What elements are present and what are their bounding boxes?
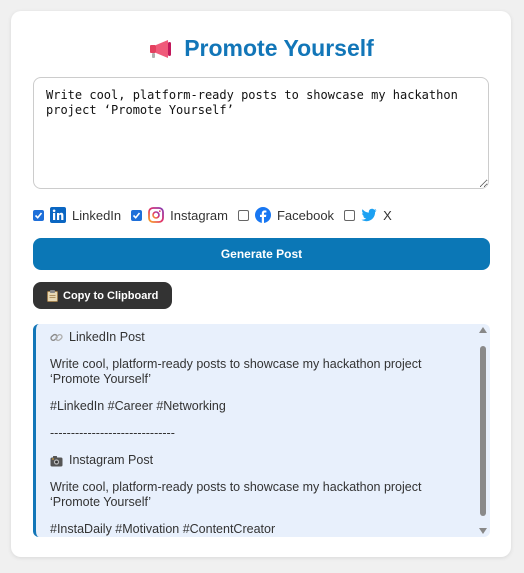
prompt-textarea[interactable]: Write cool, platform-ready posts to show… [33, 77, 489, 189]
facebook-label: Facebook [276, 207, 335, 223]
linkedin-post-heading: LinkedIn Post [50, 330, 470, 345]
copy-button-label: Copy to Clipboard [63, 289, 159, 302]
linkedin-post-title: LinkedIn Post [69, 330, 145, 344]
generate-post-button[interactable]: Generate Post [33, 238, 490, 270]
main-card: Promote Yourself Write cool, platform-re… [11, 11, 511, 557]
page-title: Promote Yourself [11, 35, 511, 62]
instagram-post-title: Instagram Post [69, 453, 154, 467]
platform-x[interactable]: X [344, 207, 392, 223]
facebook-icon [254, 207, 271, 223]
instagram-label: Instagram [170, 207, 228, 223]
output-panel: LinkedIn Post Write cool, platform-ready… [33, 324, 490, 537]
scrollbar-thumb[interactable] [480, 346, 486, 516]
scroll-up-arrow-icon[interactable] [479, 327, 487, 333]
facebook-checkbox[interactable] [237, 209, 249, 221]
x-label: X [383, 207, 392, 223]
output-content: LinkedIn Post Write cool, platform-ready… [50, 324, 470, 537]
linkedin-icon [50, 207, 66, 223]
x-checkbox[interactable] [344, 209, 356, 221]
linkedin-checkbox[interactable] [33, 209, 44, 221]
linkedin-post-tags: #LinkedIn #Career #Networking [50, 399, 226, 413]
twitter-bird-icon [361, 208, 377, 222]
instagram-icon [148, 207, 165, 223]
linkedin-label: LinkedIn [72, 207, 122, 223]
instagram-checkbox[interactable] [131, 209, 143, 221]
post-divider: ------------------------------ [50, 426, 175, 440]
copy-to-clipboard-button[interactable]: Copy to Clipboard [33, 282, 173, 309]
platform-instagram[interactable]: Instagram [131, 207, 228, 223]
output-scrollbar[interactable] [476, 324, 490, 537]
megaphone-icon [150, 39, 172, 58]
camera-icon [50, 455, 63, 466]
platform-facebook[interactable]: Facebook [237, 207, 335, 223]
instagram-post-body: Write cool, platform-ready posts to show… [50, 480, 422, 509]
scroll-down-arrow-icon[interactable] [479, 528, 487, 534]
link-icon [50, 333, 63, 342]
page-title-text: Promote Yourself [184, 35, 374, 61]
platform-linkedin[interactable]: LinkedIn [33, 207, 121, 223]
instagram-post-heading: Instagram Post [50, 453, 470, 468]
instagram-post-tags: #InstaDaily #Motivation #ContentCreator [50, 522, 276, 536]
clipboard-icon [47, 289, 58, 302]
platform-selector: LinkedIn Instagram Facebook X [33, 205, 402, 225]
linkedin-post-body: Write cool, platform-ready posts to show… [50, 357, 422, 386]
